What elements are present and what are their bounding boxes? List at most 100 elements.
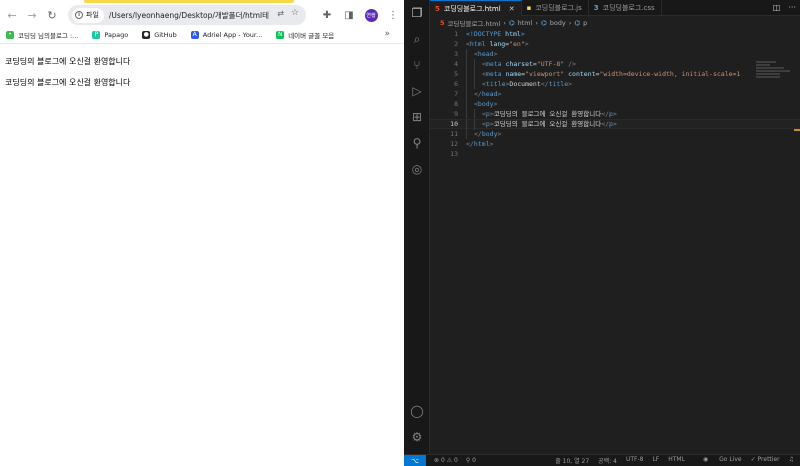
account-icon[interactable]: ◯ [404, 398, 430, 424]
bell-icon[interactable]: ♫ [789, 456, 794, 465]
bookmark-item[interactable]: A Adriel App - Your... [190, 31, 262, 39]
line-number: 9 [454, 110, 458, 118]
line-number: 13 [450, 150, 458, 158]
breadcrumb-item[interactable]: p [583, 19, 587, 27]
antenna-icon: ⚲ [465, 457, 471, 464]
gear-icon[interactable]: ⚙ [404, 424, 430, 450]
site-info-label: 파일 [86, 11, 99, 19]
cursor-position[interactable]: 줄 10, 열 27 [555, 456, 589, 465]
status-bar: ⌥ ⊗ 0 ⚠ 0 ⚲ 0 줄 10, 열 27 공백: 4 UTF-8 LF … [404, 454, 800, 466]
bookmark-label: 코딩딩 님의블로그 :... [18, 32, 79, 40]
adriel-favicon-icon: A [190, 31, 199, 39]
ports-count: 0 [472, 457, 476, 464]
line-number: 2 [454, 40, 458, 48]
line-number: 4 [454, 60, 458, 68]
tag-icon: ⌬ [574, 18, 581, 27]
bookmark-label: GitHub [154, 31, 177, 39]
back-button[interactable]: ← [2, 5, 22, 25]
ports-indicator[interactable]: ⚲ 0 [466, 457, 476, 464]
tab-label: 코딩딩블로그.js [535, 4, 582, 12]
warning-icon: ⚠ [446, 457, 453, 464]
site-info-chip[interactable]: i 파일 [72, 7, 104, 23]
tab-css[interactable]: 3 코딩딩블로그.css [589, 0, 662, 16]
problems-indicator[interactable]: ⊗ 0 ⚠ 0 [434, 457, 458, 464]
tag-icon: ⌬ [541, 18, 547, 27]
bookmark-label: Papago [104, 31, 129, 39]
code-line: 3 <head> [430, 49, 800, 59]
tab-js[interactable]: ▪ 코딩딩블로그.js [522, 0, 589, 16]
breadcrumb-item[interactable]: html [518, 19, 533, 27]
language-mode[interactable]: HTML [668, 456, 685, 465]
search-icon[interactable]: ⌕ [404, 26, 430, 52]
prettier-status[interactable]: ✓ Prettier [751, 456, 780, 465]
bookmark-item[interactable]: ● GitHub [142, 31, 177, 39]
page-paragraph: 코딩딩의 블로그에 오신걸 환영합니다 [5, 78, 131, 87]
papago-favicon-icon: P [92, 31, 101, 39]
browser-toolbar: ← → ↻ i 파일 /Users/lyeonhaeng/Desktop/개발폴… [0, 3, 404, 27]
source-control-icon[interactable]: ⑂ [404, 52, 430, 78]
code-line: 4 <meta charset="UTF-8" /> [430, 59, 800, 69]
tab-html[interactable]: 5 코딩딩블로그.html ✕ [430, 0, 522, 16]
bookmarks-bar: • 코딩딩 님의블로그 :... P Papago ● GitHub A Adr… [0, 27, 404, 44]
split-editor-icon[interactable]: ◫ [773, 3, 781, 12]
remote-explorer-icon[interactable]: ◎ [404, 156, 430, 182]
css-file-icon: 3 [593, 4, 599, 12]
end-of-line[interactable]: LF [652, 456, 659, 465]
page-paragraph: 코딩딩의 블로그에 오신걸 환영합니다 [5, 57, 131, 66]
profile-button[interactable]: 연행 [360, 4, 382, 26]
code-line: 9 <p>코딩딩의 블로그에 오신걸 환영합니다</p> [430, 109, 800, 119]
reload-button[interactable]: ↻ [42, 5, 62, 25]
line-number: 7 [454, 90, 458, 98]
close-icon[interactable]: ✕ [509, 5, 515, 13]
bookmark-item[interactable]: N 네이버 글꼴 모음 [276, 30, 334, 40]
chevron-double-right-icon[interactable]: » [384, 29, 390, 39]
blog-favicon-icon: • [6, 31, 14, 39]
line-number: 5 [454, 70, 458, 78]
more-actions-icon[interactable]: ··· [788, 3, 796, 12]
current-code-line: 10 <p>코딩딩의 블로그에 오신걸 환영합니다</p> [430, 119, 800, 130]
status-bar-right: 줄 10, 열 27 공백: 4 UTF-8 LF HTML ◉ Go Live… [546, 456, 794, 465]
forward-button[interactable]: → [22, 5, 42, 25]
tab-label: 코딩딩블로그.html [443, 4, 501, 13]
encoding[interactable]: UTF-8 [626, 456, 644, 465]
kebab-menu-icon[interactable]: ⋮ [382, 4, 404, 26]
breadcrumb-file[interactable]: 코딩딩블로그.html [448, 18, 501, 28]
line-number: 12 [450, 140, 458, 148]
info-icon: i [75, 11, 83, 19]
extensions-icon[interactable]: ✚ [316, 4, 338, 26]
code-editor[interactable]: 1 <!DOCTYPE html> 2 <html lang="en"> 3 <hea… [430, 29, 800, 454]
scrollbar-marker [794, 129, 800, 131]
indentation[interactable]: 공백: 4 [598, 456, 617, 465]
code-line: 11 </body> [430, 129, 800, 139]
git-graph-icon[interactable]: ⚲ [404, 130, 430, 156]
address-bar[interactable]: i 파일 /Users/lyeonhaeng/Desktop/개발폴더/html… [68, 5, 306, 25]
remote-indicator-icon[interactable]: ⌥ [404, 454, 426, 466]
line-number: 3 [454, 50, 458, 58]
avatar: 연행 [364, 8, 378, 22]
chevron-right-icon: › [568, 18, 572, 27]
bookmark-star-icon[interactable]: ☆ [291, 8, 299, 18]
bookmark-label: 네이버 글꼴 모음 [288, 32, 335, 40]
translate-icon[interactable]: ⇄ [277, 9, 284, 18]
extensions-icon[interactable]: ⊞ [404, 104, 430, 130]
run-debug-icon[interactable]: ▷ [404, 78, 430, 104]
code-line: 13 [430, 149, 800, 159]
line-number: 8 [454, 100, 458, 108]
url-text[interactable]: /Users/lyeonhaeng/Desktop/개발폴더/html테... [109, 10, 269, 21]
go-live-button[interactable]: ◉ Go Live [694, 456, 742, 465]
bookmark-item[interactable]: P Papago [92, 31, 128, 39]
html-file-icon: 5 [435, 4, 440, 13]
line-number: 10 [450, 120, 458, 128]
breadcrumb-item[interactable]: body [550, 19, 566, 27]
side-panel-icon[interactable]: ◨ [338, 4, 360, 26]
warning-count: 0 [454, 457, 458, 464]
activity-bar-bottom: ◯ ⚙ [404, 398, 430, 450]
bookmark-item[interactable]: • 코딩딩 님의블로그 :... [6, 30, 78, 40]
broadcast-icon: ◉ [702, 456, 711, 463]
code-line: 12 </html> [430, 139, 800, 149]
editor-tabs: 5 코딩딩블로그.html ✕ ▪ 코딩딩블로그.js 3 코딩딩블로그.css… [430, 0, 800, 16]
minimap[interactable] [756, 61, 792, 81]
toolbar-right: ✚ ◨ 연행 ⋮ [316, 3, 404, 27]
explorer-icon[interactable]: ❐ [404, 0, 430, 26]
arrow-right-icon: → [27, 8, 37, 22]
